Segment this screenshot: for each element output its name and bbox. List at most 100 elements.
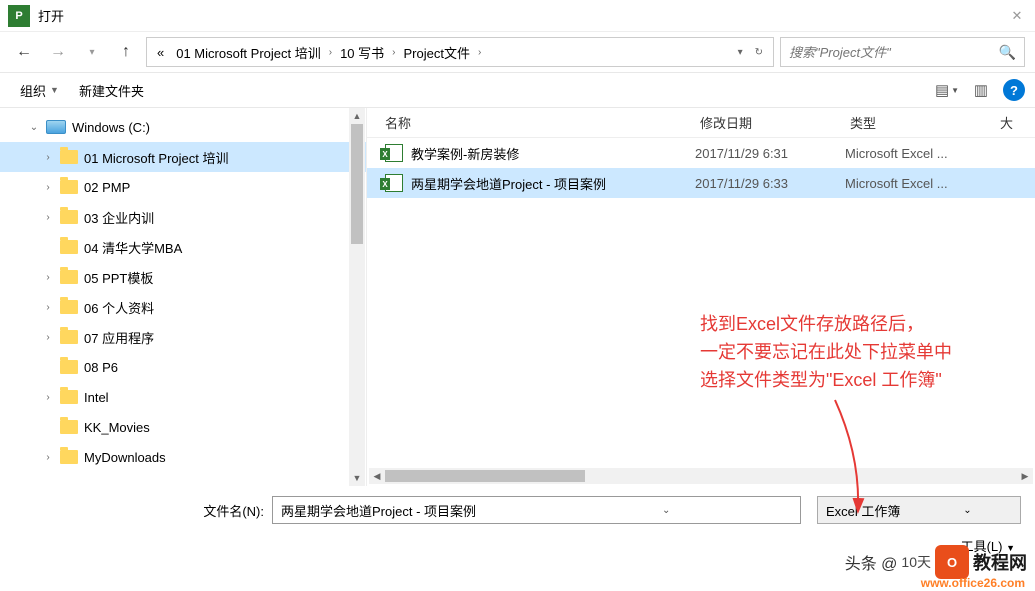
- file-date: 2017/11/29 6:31: [695, 146, 845, 161]
- tree-item[interactable]: ›07 应用程序: [0, 322, 366, 352]
- chevron-right-icon[interactable]: ›: [42, 212, 54, 223]
- tree-root[interactable]: ⌄ Windows (C:): [0, 112, 366, 142]
- folder-icon: [60, 330, 78, 344]
- tree-item[interactable]: › Intel: [0, 382, 366, 412]
- filename-label: 文件名(N):: [14, 501, 264, 520]
- up-button[interactable]: ↑: [112, 38, 140, 66]
- column-name[interactable]: 名称: [377, 113, 692, 132]
- breadcrumb-item[interactable]: 10 写书: [336, 41, 388, 64]
- file-name: 教学案例-新房装修: [403, 144, 695, 163]
- chevron-right-icon[interactable]: ›: [42, 452, 54, 463]
- chevron-right-icon[interactable]: ›: [329, 47, 332, 58]
- file-row[interactable]: 两星期学会地道Project - 项目案例 2017/11/29 6:33 Mi…: [367, 168, 1035, 198]
- folder-icon: [60, 180, 78, 194]
- scroll-thumb[interactable]: [385, 470, 585, 482]
- chevron-down-icon[interactable]: ⌄: [537, 505, 797, 516]
- tree-item-label: 06 个人资料: [84, 298, 154, 317]
- excel-file-icon: [385, 174, 403, 192]
- tree-item-label: 03 企业内训: [84, 208, 154, 227]
- watermark-logo-icon: O: [935, 545, 969, 579]
- chevron-right-icon[interactable]: ›: [42, 332, 54, 343]
- tree-item-label: 02 PMP: [84, 180, 130, 195]
- folder-icon: [60, 420, 78, 434]
- preview-pane-icon[interactable]: ▥: [969, 78, 993, 102]
- annotation-line: 找到Excel文件存放路径后，: [700, 310, 952, 338]
- help-icon[interactable]: ?: [1003, 79, 1025, 101]
- tree-item[interactable]: 04 清华大学MBA: [0, 232, 366, 262]
- tree-item[interactable]: ›MyDownloads: [0, 442, 366, 472]
- tree-item[interactable]: 08 P6: [0, 352, 366, 382]
- file-body[interactable]: 教学案例-新房装修 2017/11/29 6:31 Microsoft Exce…: [367, 138, 1035, 468]
- tree-item[interactable]: › 03 企业内训: [0, 202, 366, 232]
- tree-item[interactable]: › 05 PPT模板: [0, 262, 366, 292]
- tree-root-label: Windows (C:): [72, 120, 150, 135]
- address-bar[interactable]: « 01 Microsoft Project 培训 › 10 写书 › Proj…: [146, 37, 774, 67]
- chevron-right-icon[interactable]: ›: [42, 392, 54, 403]
- view-options-icon[interactable]: ▤▼: [935, 78, 959, 102]
- filename-combo[interactable]: 两星期学会地道Project - 项目案例 ⌄: [272, 496, 801, 524]
- scroll-thumb[interactable]: [351, 124, 363, 244]
- chevron-right-icon[interactable]: ›: [42, 272, 54, 283]
- search-box[interactable]: 🔍: [780, 37, 1025, 67]
- address-dropdown-icon[interactable]: ▾: [734, 47, 747, 58]
- column-size[interactable]: 大: [992, 113, 1035, 132]
- folder-icon: [60, 210, 78, 224]
- column-type[interactable]: 类型: [842, 113, 992, 132]
- tree-item[interactable]: KK_Movies: [0, 412, 366, 442]
- tree-scrollbar[interactable]: ▲ ▼: [349, 108, 365, 486]
- chevron-right-icon[interactable]: ›: [42, 302, 54, 313]
- breadcrumb-item[interactable]: Project文件: [400, 41, 474, 64]
- title-bar: P 打开 ✕: [0, 0, 1035, 32]
- scroll-right-icon[interactable]: ▶: [1017, 471, 1033, 482]
- folder-icon: [60, 450, 78, 464]
- filetype-combo[interactable]: Excel 工作簿 ⌄: [817, 496, 1021, 524]
- tree-item-label: Intel: [84, 390, 109, 405]
- scroll-down-icon[interactable]: ▼: [349, 470, 365, 486]
- chevron-right-icon[interactable]: ›: [392, 47, 395, 58]
- close-icon[interactable]: ✕: [1007, 8, 1027, 24]
- chevron-down-icon[interactable]: ⌄: [28, 122, 40, 133]
- watermark: 头条 @ 10天 O 教程网: [845, 545, 1027, 579]
- tree-item[interactable]: ›01 Microsoft Project 培训: [0, 142, 366, 172]
- folder-icon: [60, 270, 78, 284]
- filename-value: 两星期学会地道Project - 项目案例: [277, 501, 537, 520]
- chevron-right-icon[interactable]: ›: [42, 152, 54, 163]
- search-input[interactable]: [789, 45, 999, 60]
- back-button[interactable]: ←: [10, 38, 38, 66]
- horizontal-scrollbar[interactable]: ◀ ▶: [369, 468, 1033, 484]
- drive-icon: [46, 120, 66, 134]
- file-type: Microsoft Excel ...: [845, 176, 995, 191]
- app-icon: P: [8, 5, 30, 27]
- breadcrumb-item[interactable]: 01 Microsoft Project 培训: [172, 41, 325, 64]
- folder-icon: [60, 300, 78, 314]
- watermark-suffix: 教程网: [973, 549, 1027, 575]
- new-folder-button[interactable]: 新建文件夹: [69, 77, 154, 104]
- organize-button[interactable]: 组织 ▼: [10, 77, 69, 104]
- search-icon[interactable]: 🔍: [999, 44, 1016, 61]
- folder-tree[interactable]: ⌄ Windows (C:) ›01 Microsoft Project 培训 …: [0, 108, 367, 486]
- chevron-down-icon[interactable]: ⌄: [919, 505, 1016, 516]
- watermark-mid: 10天: [901, 552, 931, 572]
- file-type: Microsoft Excel ...: [845, 146, 995, 161]
- chevron-right-icon[interactable]: ›: [42, 182, 54, 193]
- chevron-right-icon[interactable]: ›: [478, 47, 481, 58]
- tree-item-label: KK_Movies: [84, 420, 150, 435]
- forward-button[interactable]: →: [44, 38, 72, 66]
- filename-row: 文件名(N): 两星期学会地道Project - 项目案例 ⌄ Excel 工作…: [14, 496, 1021, 524]
- folder-icon: [60, 390, 78, 404]
- main-area: ⌄ Windows (C:) ›01 Microsoft Project 培训 …: [0, 108, 1035, 486]
- watermark-prefix: 头条 @: [845, 550, 898, 574]
- refresh-icon[interactable]: ↻: [751, 47, 767, 58]
- tree-item-label: 04 清华大学MBA: [84, 238, 182, 257]
- column-date[interactable]: 修改日期: [692, 113, 842, 132]
- toolbar: 组织 ▼ 新建文件夹 ▤▼ ▥ ?: [0, 72, 1035, 108]
- tree-item[interactable]: › 02 PMP: [0, 172, 366, 202]
- tree-item[interactable]: › 06 个人资料: [0, 292, 366, 322]
- tree-item-label: 05 PPT模板: [84, 268, 153, 287]
- recent-dropdown-icon[interactable]: ▾: [78, 38, 106, 66]
- file-row[interactable]: 教学案例-新房装修 2017/11/29 6:31 Microsoft Exce…: [367, 138, 1035, 168]
- file-date: 2017/11/29 6:33: [695, 176, 845, 191]
- scroll-up-icon[interactable]: ▲: [349, 108, 365, 124]
- scroll-left-icon[interactable]: ◀: [369, 471, 385, 482]
- nav-row: ← → ▾ ↑ « 01 Microsoft Project 培训 › 10 写…: [0, 32, 1035, 72]
